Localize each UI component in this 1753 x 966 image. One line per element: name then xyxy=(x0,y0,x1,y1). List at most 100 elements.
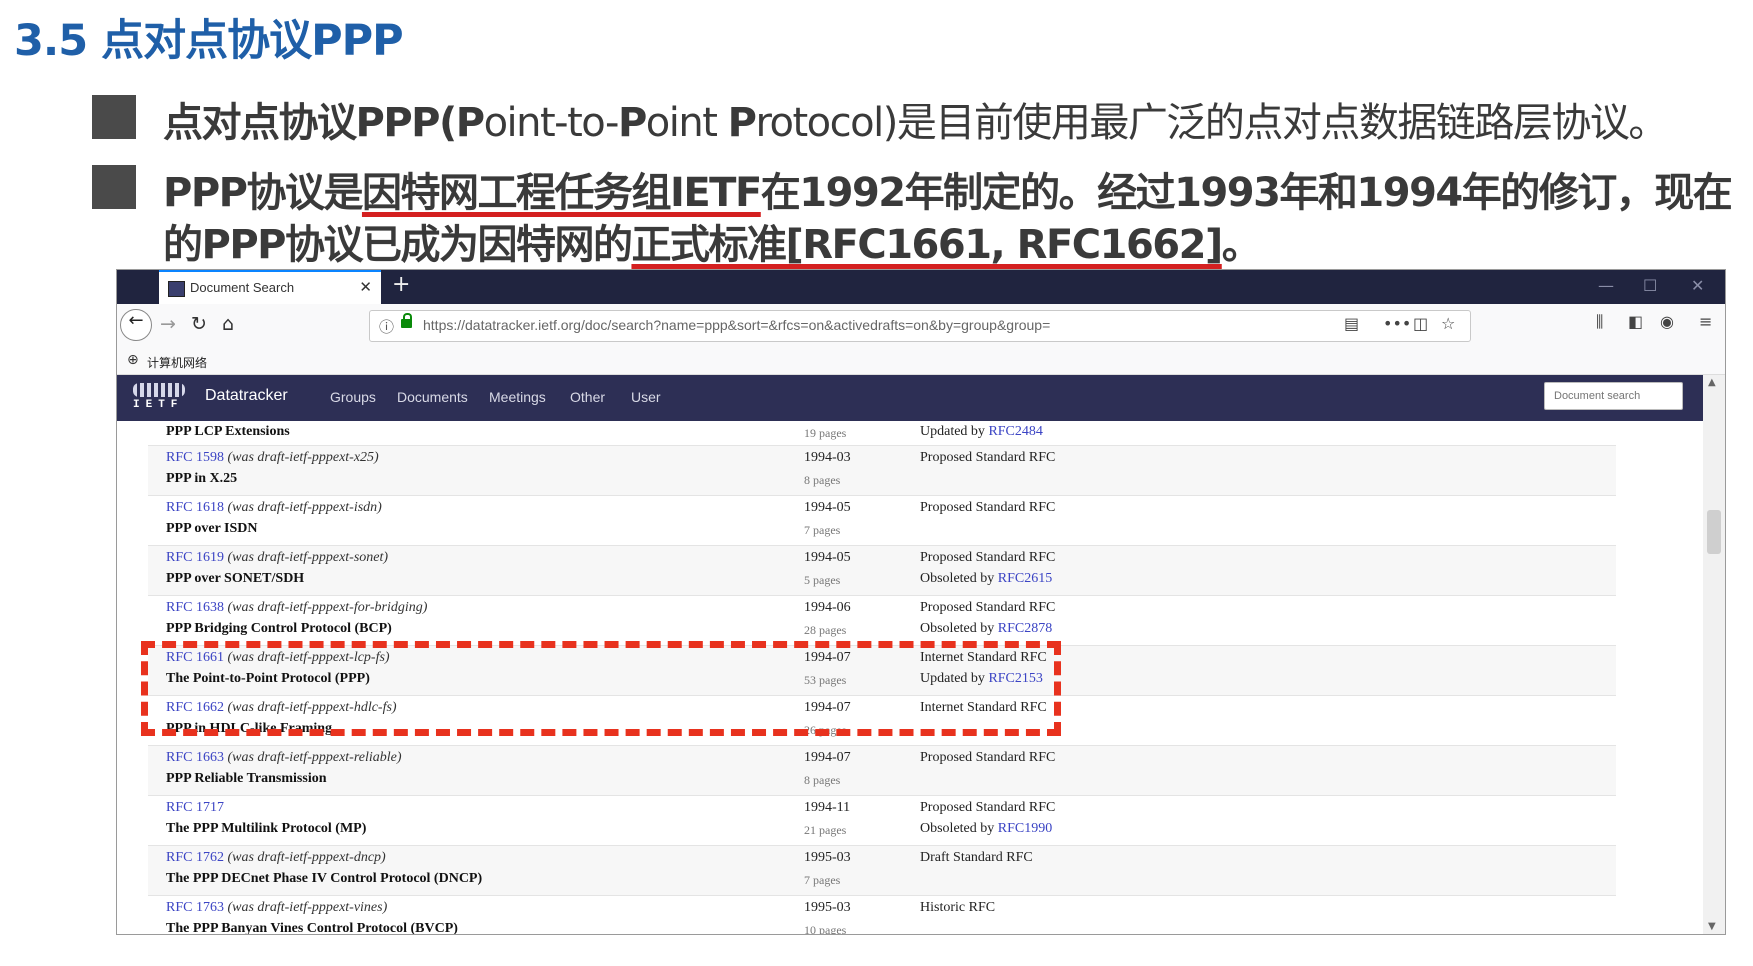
document-status: Proposed Standard RFC xyxy=(920,450,1056,465)
draft-name: (was draft-ietf-pppext-reliable) xyxy=(223,750,402,765)
highlight-annotation-box xyxy=(141,641,1061,736)
document-date: 1994-05 xyxy=(804,500,851,515)
new-tab-button[interactable]: + xyxy=(392,272,410,297)
document-status-note: Obsoleted by RFC1990 xyxy=(920,821,1053,836)
rfc-reference: RFC 1663 (was draft-ietf-pppext-reliable… xyxy=(166,750,402,766)
scroll-down-icon[interactable]: ▼ xyxy=(1708,921,1716,932)
document-status-note: Obsoleted by RFC2878 xyxy=(920,621,1053,636)
table-row: RFC 1619 (was draft-ietf-pppext-sonet) PP… xyxy=(148,545,1616,596)
table-row: RFC 1618 (was draft-ietf-pppext-isdn) PPP… xyxy=(148,495,1616,546)
table-row: RFC 1762 (was draft-ietf-pppext-dncp) The… xyxy=(148,845,1616,896)
page-count: 7 pages xyxy=(804,523,841,537)
favicon-icon xyxy=(168,281,185,297)
rfc-link[interactable]: RFC 1763 xyxy=(166,900,224,915)
rfc-link[interactable]: RFC 1762 xyxy=(166,850,224,865)
document-date: 1994-07 xyxy=(804,750,851,765)
scroll-thumb[interactable] xyxy=(1707,510,1721,554)
rfc-reference: RFC 1717 xyxy=(166,800,224,816)
document-status: Draft Standard RFC xyxy=(920,850,1033,865)
pocket-icon[interactable]: ◫ xyxy=(1413,314,1428,333)
rfc-link[interactable]: RFC 1618 xyxy=(166,500,224,515)
forward-button[interactable]: → xyxy=(160,313,176,335)
minimize-button[interactable]: — xyxy=(1598,276,1614,295)
scroll-up-icon[interactable]: ▲ xyxy=(1708,377,1716,388)
tab-document-search[interactable]: Document Search ✕ xyxy=(159,270,381,304)
address-bar[interactable]: ⓘ https://datatracker.ietf.org/doc/searc… xyxy=(369,310,1471,342)
draft-name: (was draft-ietf-pppext-sonet) xyxy=(223,550,389,565)
navigation-toolbar: ← → ↻ ⌂ ⓘ https://datatracker.ietf.org/d… xyxy=(117,304,1725,348)
reload-button[interactable]: ↻ xyxy=(191,313,207,335)
bookmark-star-icon[interactable]: ☆ xyxy=(1441,314,1455,333)
rfc-link[interactable]: RFC 1663 xyxy=(166,750,224,765)
highlight-rfc: 正式标准[RFC1661, RFC1662] xyxy=(631,222,1223,268)
title-bar: Document Search ✕ + — ☐ ✕ xyxy=(117,270,1725,304)
account-icon[interactable]: ◉ xyxy=(1660,312,1674,331)
document-status-note: Updated by RFC2484 xyxy=(920,424,1043,439)
lock-icon xyxy=(401,313,412,328)
datatracker-brand[interactable]: Datatracker xyxy=(205,387,288,405)
rfc-link[interactable]: RFC 1598 xyxy=(166,450,224,465)
nav-other[interactable]: Other xyxy=(570,389,605,405)
more-actions-icon[interactable]: ••• xyxy=(1383,314,1411,333)
document-title: PPP over SONET/SDH xyxy=(166,571,305,586)
rfc-link[interactable]: RFC 1638 xyxy=(166,600,224,615)
rfc-reference: RFC 1763 (was draft-ietf-pppext-vines) xyxy=(166,900,387,916)
document-status: Proposed Standard RFC xyxy=(920,750,1056,765)
document-title: PPP over ISDN xyxy=(166,521,258,536)
document-title: The PPP Multilink Protocol (MP) xyxy=(166,821,367,836)
draft-name: (was draft-ietf-pppext-x25) xyxy=(223,450,379,465)
nav-groups[interactable]: Groups xyxy=(330,389,376,405)
tab-title: Document Search xyxy=(190,280,295,295)
nav-meetings[interactable]: Meetings xyxy=(489,389,546,405)
rfc-link[interactable]: RFC1990 xyxy=(998,821,1052,836)
draft-name: (was draft-ietf-pppext-dncp) xyxy=(223,850,386,865)
nav-documents[interactable]: Documents xyxy=(397,389,468,405)
ietf-logo-text: IETF xyxy=(133,399,184,411)
reader-view-icon[interactable]: ▤ xyxy=(1344,314,1359,333)
page-count: 8 pages xyxy=(804,773,841,787)
document-search-input[interactable] xyxy=(1544,382,1683,410)
table-row: PPP LCP Extensions 19 pages Updated by RFC… xyxy=(148,421,1616,445)
rfc-reference: RFC 1618 (was draft-ietf-pppext-isdn) xyxy=(166,500,382,516)
window-close-button[interactable]: ✕ xyxy=(1691,276,1704,295)
slide-title: 3.5 点对点协议PPP xyxy=(14,16,404,66)
bookmark-item[interactable]: 计算机网络 xyxy=(147,354,207,371)
rfc-link[interactable]: RFC2615 xyxy=(998,571,1052,586)
ietf-logo[interactable] xyxy=(133,383,185,397)
document-date: 1995-03 xyxy=(804,850,851,865)
library-icon[interactable]: ⫼ xyxy=(1596,312,1603,332)
nav-user[interactable]: User xyxy=(631,389,661,405)
draft-name: (was draft-ietf-pppext-isdn) xyxy=(223,500,382,515)
document-title: PPP LCP Extensions xyxy=(166,424,290,439)
bullet-text-1: 点对点协议PPP(Point-to-Point Protocol)是目前使用最广… xyxy=(163,100,1668,146)
bookmarks-bar: ⊕ 计算机网络 xyxy=(117,348,1725,375)
close-tab-icon[interactable]: ✕ xyxy=(359,278,372,296)
page-count: 7 pages xyxy=(804,873,841,887)
document-title: PPP Reliable Transmission xyxy=(166,771,327,786)
maximize-button[interactable]: ☐ xyxy=(1643,276,1657,295)
page-count: 19 pages xyxy=(804,426,847,440)
document-title: The PPP Banyan Vines Control Protocol (B… xyxy=(166,921,458,934)
document-title: PPP in X.25 xyxy=(166,471,238,486)
menu-icon[interactable]: ≡ xyxy=(1699,312,1712,331)
scrollbar[interactable]: ▲ ▼ xyxy=(1703,375,1725,934)
sidebar-icon[interactable]: ◧ xyxy=(1628,312,1643,331)
url-text[interactable]: https://datatracker.ietf.org/doc/search?… xyxy=(423,317,1050,333)
draft-name: (was draft-ietf-pppext-vines) xyxy=(223,900,388,915)
table-row: RFC 1663 (was draft-ietf-pppext-reliable… xyxy=(148,745,1616,796)
rfc-link[interactable]: RFC2878 xyxy=(998,621,1052,636)
draft-name: (was draft-ietf-pppext-for-bridging) xyxy=(223,600,428,615)
rfc-link[interactable]: RFC2484 xyxy=(988,424,1042,439)
document-title: PPP Bridging Control Protocol (BCP) xyxy=(166,621,392,636)
document-status: Proposed Standard RFC xyxy=(920,550,1056,565)
home-button[interactable]: ⌂ xyxy=(222,313,234,335)
back-button[interactable]: ← xyxy=(120,309,152,341)
info-icon[interactable]: ⓘ xyxy=(379,316,394,337)
table-row: RFC 1717 The PPP Multilink Protocol (MP) 1… xyxy=(148,795,1616,846)
page-count: 8 pages xyxy=(804,473,841,487)
rfc-link[interactable]: RFC 1619 xyxy=(166,550,224,565)
rfc-link[interactable]: RFC 1717 xyxy=(166,800,224,815)
document-status: Historic RFC xyxy=(920,900,996,915)
document-date: 1994-03 xyxy=(804,450,851,465)
document-status: Proposed Standard RFC xyxy=(920,800,1056,815)
